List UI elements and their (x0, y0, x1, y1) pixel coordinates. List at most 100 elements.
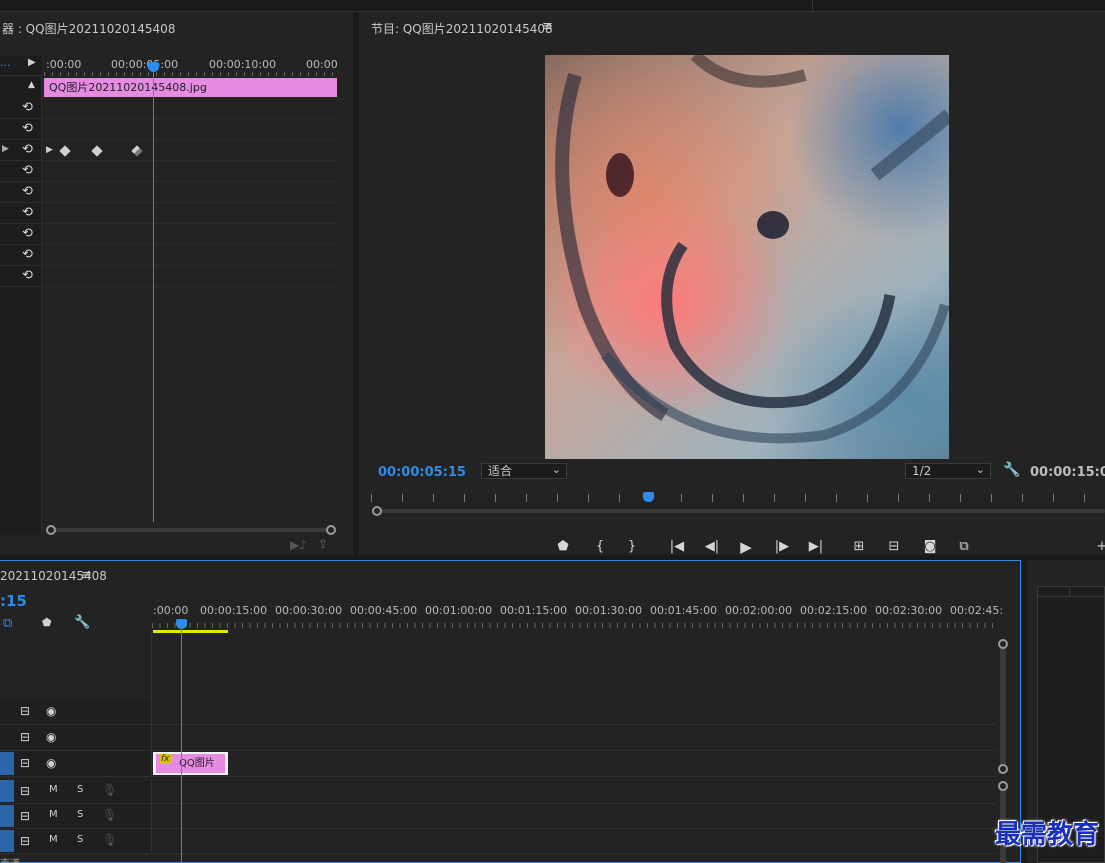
solo-button[interactable]: S (77, 809, 83, 820)
effect-clip-header: ▲ (0, 77, 42, 98)
smiley-drawing (555, 55, 949, 444)
compare-view-icon[interactable]: ⧉ (953, 538, 975, 556)
scroll-knob-top[interactable] (998, 639, 1008, 649)
ruler-label: 00:00 (306, 58, 338, 71)
keyframe-icon[interactable] (91, 145, 103, 157)
sync-lock-icon[interactable]: ⊟ (20, 730, 30, 744)
play-icon[interactable]: ▶ (735, 538, 757, 556)
scroll-knob-top[interactable] (998, 781, 1008, 791)
lift-icon[interactable]: ⊞ (848, 538, 870, 556)
sync-lock-icon[interactable]: ⊟ (20, 809, 30, 823)
chevron-down-icon: ⌄ (975, 463, 985, 476)
panel-menu-icon[interactable]: ≡ (542, 19, 553, 34)
ruler-ticks (44, 72, 337, 76)
mute-button[interactable]: M (49, 784, 58, 795)
snap-icon[interactable]: ⧉ (3, 616, 12, 631)
video-track-v1: ⊟ ◉ fx QQ图片 (0, 751, 997, 777)
step-back-icon[interactable]: ◀| (701, 538, 723, 556)
ruler-label: 00:01:45:00 (650, 604, 718, 617)
scroll-knob-bottom[interactable] (998, 764, 1008, 774)
eye-icon[interactable]: ◉ (46, 756, 56, 770)
go-to-in-icon[interactable]: |◀ (666, 538, 688, 556)
collapse-up-icon[interactable]: ▲ (28, 80, 35, 90)
sync-lock-icon[interactable]: ⊟ (20, 756, 30, 770)
add-marker-icon[interactable]: ⬟ (42, 616, 52, 629)
video-track-v3: ⊟ ◉ (0, 699, 997, 725)
microphone-icon[interactable]: 🎙 (102, 833, 117, 847)
sync-lock-icon[interactable]: ⊟ (20, 704, 30, 718)
work-area-bar[interactable] (153, 630, 228, 633)
timeline-ruler[interactable]: :00:00 00:00:15:00 00:00:30:00 00:00:45:… (152, 601, 1003, 631)
resolution-dropdown[interactable]: 1/2 ⌄ (905, 463, 991, 479)
track-target-a2[interactable] (0, 805, 14, 827)
resolution-value: 1/2 (912, 464, 932, 478)
step-forward-icon[interactable]: |▶ (771, 538, 793, 556)
effect-dropdown[interactable]: ... (0, 56, 11, 69)
keyframe-icon[interactable] (131, 145, 143, 157)
panel-menu-icon[interactable]: ≡ (81, 568, 92, 583)
reset-icon[interactable]: ⟲ (22, 184, 33, 199)
program-current-time[interactable]: 00:00:05:15 (378, 465, 466, 480)
scroll-knob-left[interactable] (46, 525, 56, 535)
video-vertical-scrollbar[interactable] (1000, 643, 1006, 769)
extract-icon[interactable]: ⊟ (883, 538, 905, 556)
audio-only-icon[interactable]: ▶♪ (290, 538, 307, 552)
wrench-icon[interactable]: 🔧 (1003, 462, 1020, 478)
program-monitor-panel: 节目: QQ图片20211020145408 ≡ 00:00:05:15 适合 ⌄… (359, 12, 1105, 556)
effect-timeline-ruler[interactable]: :00:00 00:00:05:00 00:00:10:00 00:00 (44, 56, 338, 76)
timeline-current-time[interactable]: :15 (0, 592, 27, 610)
microphone-icon[interactable]: 🎙 (102, 808, 117, 822)
track-target-a1[interactable] (0, 780, 14, 802)
ruler-label: 00:02:45: (950, 604, 1004, 617)
keyframe-icon[interactable] (59, 145, 71, 157)
prev-keyframe-icon[interactable]: ▶ (2, 144, 9, 154)
effect-param-row: ⟲ (0, 203, 337, 224)
zoom-dropdown[interactable]: 适合 ⌄ (481, 463, 567, 479)
export-icon[interactable]: ⇪ (318, 537, 328, 551)
track-target-a3[interactable] (0, 830, 14, 852)
ruler-label: 00:01:00:00 (425, 604, 493, 617)
effect-clip-bar[interactable]: QQ图片20211020145408.jpg (44, 78, 337, 97)
reset-icon[interactable]: ⟲ (22, 121, 33, 136)
reset-icon[interactable]: ⟲ (22, 268, 33, 283)
reset-icon[interactable]: ⟲ (22, 142, 33, 157)
go-to-out-icon[interactable]: ▶| (805, 538, 827, 556)
reset-icon[interactable]: ⟲ (22, 163, 33, 178)
expand-arrow-icon[interactable]: ▶ (46, 145, 53, 155)
sync-lock-icon[interactable]: ⊟ (20, 834, 30, 848)
program-scrub-ticks[interactable] (371, 494, 1105, 502)
timeline-clip[interactable]: fx QQ图片 (153, 752, 228, 775)
mute-button[interactable]: M (49, 809, 58, 820)
ruler-label: 00:00:30:00 (275, 604, 343, 617)
eye-icon[interactable]: ◉ (46, 730, 56, 744)
reset-icon[interactable]: ⟲ (22, 226, 33, 241)
track-header-spacer (0, 633, 152, 699)
reset-icon[interactable]: ⟲ (22, 247, 33, 262)
mark-in-icon[interactable]: { (589, 538, 611, 556)
track-target-v1[interactable] (0, 752, 14, 775)
add-marker-icon[interactable]: ⬟ (552, 538, 574, 556)
scroll-knob-right[interactable] (326, 525, 336, 535)
program-video-frame[interactable] (545, 55, 949, 459)
effect-param-row: ⟲ (0, 266, 337, 287)
solo-button[interactable]: S (77, 834, 83, 845)
add-button-icon[interactable]: + (1091, 538, 1105, 556)
sync-lock-icon[interactable]: ⊟ (20, 784, 30, 798)
effect-horizontal-scrollbar[interactable] (50, 528, 330, 532)
effect-playhead-line (153, 70, 154, 522)
meter-divider (1037, 596, 1105, 597)
reset-icon[interactable]: ⟲ (22, 205, 33, 220)
mute-button[interactable]: M (49, 834, 58, 845)
camera-icon[interactable]: ◙ (919, 538, 941, 556)
scroll-knob-left[interactable] (372, 506, 382, 516)
solo-button[interactable]: S (77, 784, 83, 795)
program-playhead-handle[interactable] (643, 492, 654, 502)
eye-icon[interactable]: ◉ (46, 704, 56, 718)
reset-icon[interactable]: ⟲ (22, 100, 33, 115)
play-only-icon[interactable]: ▶ (28, 57, 36, 68)
wrench-icon[interactable]: 🔧 (74, 615, 90, 630)
effect-param-row: ⟲ (0, 98, 337, 119)
program-zoom-scrollbar[interactable] (377, 509, 1105, 513)
mark-out-icon[interactable]: } (621, 538, 643, 556)
microphone-icon[interactable]: 🎙 (102, 783, 117, 797)
